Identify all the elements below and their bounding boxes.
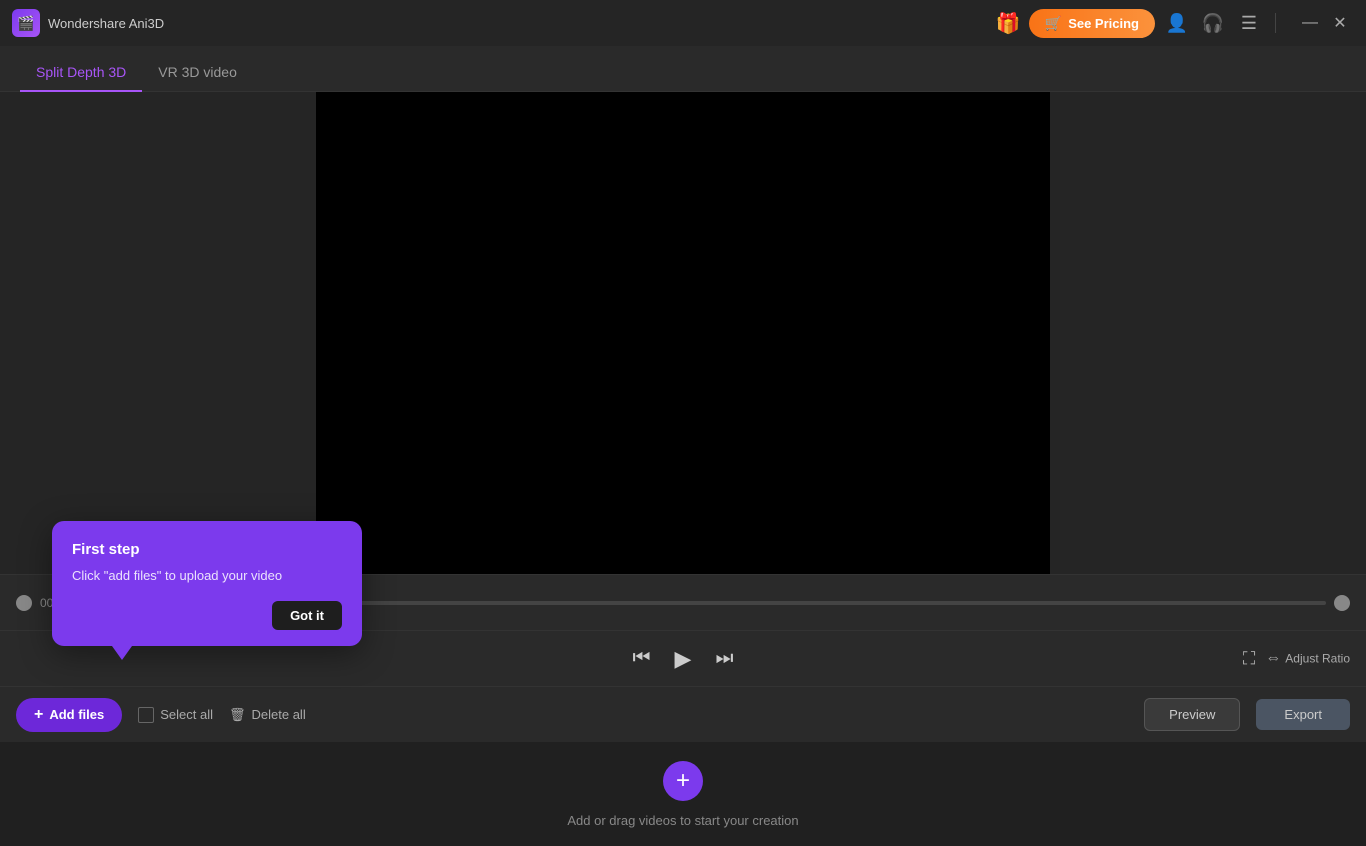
- tabs-bar: Split Depth 3D VR 3D video: [0, 46, 1366, 92]
- minimize-button[interactable]: —: [1296, 9, 1324, 37]
- app-logo: 🎬: [12, 9, 40, 37]
- app-window: 🎬 Wondershare Ani3D 🎁 🛒 See Pricing 👤 🎧 …: [0, 0, 1366, 846]
- video-row: [0, 92, 1366, 574]
- menu-button[interactable]: ☰: [1235, 9, 1263, 37]
- video-preview: [316, 92, 1050, 574]
- titlebar-controls: 🎁 🛒 See Pricing 👤 🎧 ☰ — ✕: [996, 9, 1354, 38]
- got-it-button[interactable]: Got it: [272, 601, 342, 630]
- tab-vr-3d[interactable]: VR 3D video: [142, 54, 253, 92]
- adjust-ratio-button[interactable]: ⇔ Adjust Ratio: [1265, 650, 1350, 668]
- select-all-label: Select all: [160, 707, 213, 722]
- right-side-controls: ⛶ ⇔ Adjust Ratio: [1243, 648, 1350, 669]
- popover-actions: Got it: [72, 601, 342, 630]
- bottom-toolbar: + Add files Select all 🗑 Delete all Prev…: [0, 686, 1366, 742]
- right-panel: [1050, 92, 1366, 574]
- user-icon: 👤: [1166, 13, 1188, 34]
- drop-zone-label: Add or drag videos to start your creatio…: [567, 813, 798, 828]
- app-title: Wondershare Ani3D: [48, 16, 996, 31]
- menu-icon: ☰: [1241, 13, 1257, 34]
- first-step-popover: First step Click "add files" to upload y…: [52, 521, 362, 647]
- user-button[interactable]: 👤: [1163, 9, 1191, 37]
- minimize-icon: —: [1302, 14, 1318, 32]
- delete-all-label: Delete all: [252, 707, 306, 722]
- select-all-checkbox[interactable]: [138, 707, 154, 723]
- content-area: 00:0 ⏮ ▶ ⏭ ⛶ ⇔ Adjust Ratio: [0, 92, 1366, 846]
- cart-icon: 🛒: [1045, 15, 1062, 32]
- play-icon: ▶: [675, 646, 692, 672]
- timeline-start-thumb[interactable]: [16, 595, 32, 611]
- fullscreen-button[interactable]: ⛶: [1243, 648, 1256, 669]
- bottom-area: + Add files Select all 🗑 Delete all Prev…: [0, 686, 1366, 846]
- play-button[interactable]: ▶: [675, 646, 692, 672]
- adjust-ratio-label: Adjust Ratio: [1285, 652, 1350, 666]
- gift-icon[interactable]: 🎁: [996, 11, 1021, 36]
- add-files-icon: +: [34, 706, 43, 724]
- logo-icon: 🎬: [17, 15, 34, 32]
- headphone-icon: 🎧: [1202, 13, 1224, 34]
- tab-split-depth[interactable]: Split Depth 3D: [20, 54, 142, 92]
- fast-forward-button[interactable]: ⏭: [715, 647, 733, 670]
- drop-zone[interactable]: + Add or drag videos to start your creat…: [0, 742, 1366, 846]
- resize-icon: ⇔: [1265, 650, 1281, 668]
- preview-button[interactable]: Preview: [1144, 698, 1240, 731]
- delete-all-area[interactable]: 🗑 Delete all: [229, 707, 306, 723]
- timeline-end-thumb[interactable]: [1334, 595, 1350, 611]
- drop-plus-icon: +: [676, 767, 690, 795]
- preview-label: Preview: [1169, 707, 1215, 722]
- export-button[interactable]: Export: [1256, 699, 1350, 730]
- close-icon: ✕: [1333, 13, 1346, 33]
- window-controls: — ✕: [1296, 9, 1354, 37]
- delete-all-icon: 🗑: [229, 707, 246, 723]
- see-pricing-label: See Pricing: [1068, 16, 1139, 31]
- export-label: Export: [1284, 707, 1322, 722]
- select-all-area[interactable]: Select all: [138, 707, 213, 723]
- rewind-button[interactable]: ⏮: [633, 647, 651, 670]
- rewind-icon: ⏮: [633, 647, 651, 670]
- add-files-label: Add files: [49, 707, 104, 722]
- headphone-button[interactable]: 🎧: [1199, 9, 1227, 37]
- left-panel: [0, 92, 316, 574]
- add-files-button[interactable]: + Add files: [16, 698, 122, 732]
- see-pricing-button[interactable]: 🛒 See Pricing: [1029, 9, 1155, 38]
- titlebar: 🎬 Wondershare Ani3D 🎁 🛒 See Pricing 👤 🎧 …: [0, 0, 1366, 46]
- drop-zone-plus[interactable]: +: [663, 761, 703, 801]
- popover-title: First step: [72, 541, 342, 558]
- popover-body: Click "add files" to upload your video: [72, 566, 342, 586]
- close-button[interactable]: ✕: [1326, 9, 1354, 37]
- fast-forward-icon: ⏭: [715, 647, 733, 670]
- titlebar-separator: [1275, 13, 1276, 33]
- fullscreen-icon: ⛶: [1243, 648, 1256, 669]
